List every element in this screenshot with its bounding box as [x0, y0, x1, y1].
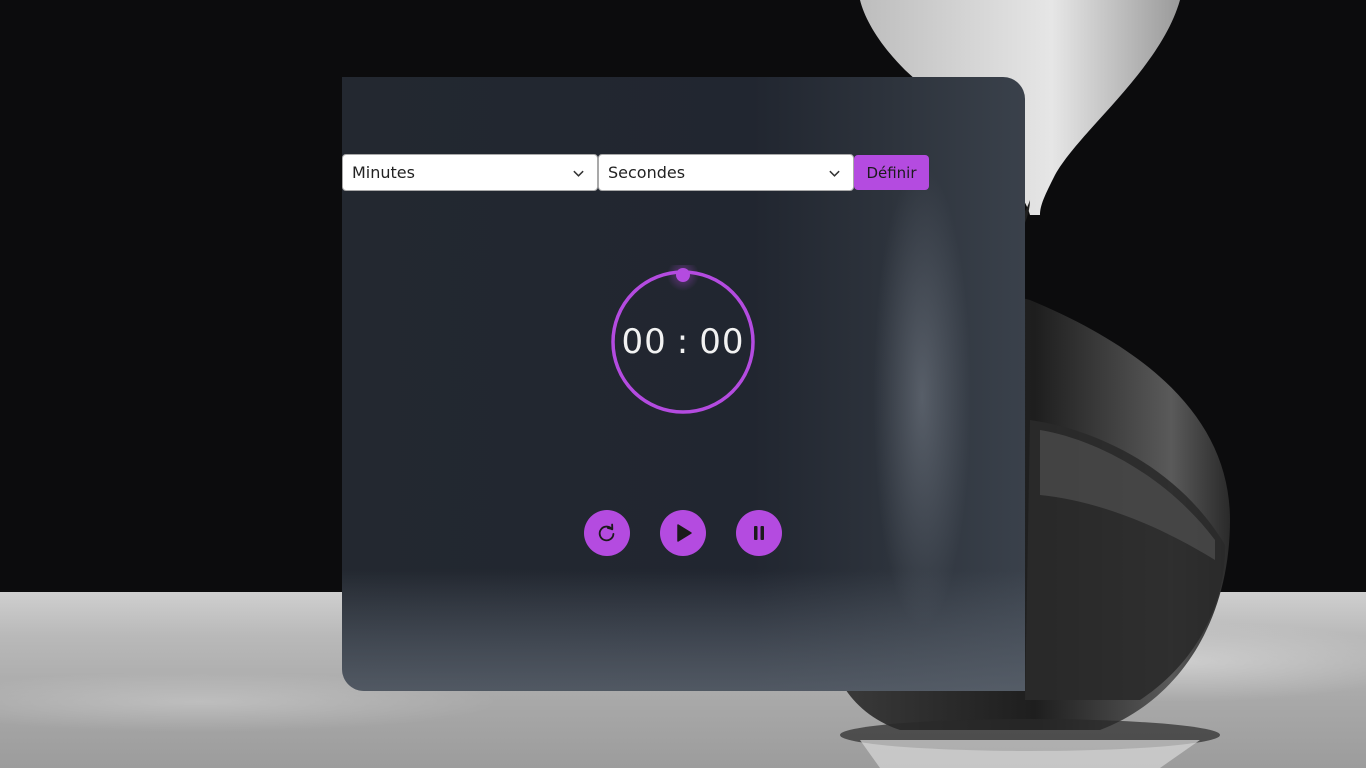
- timer-actions: [584, 510, 782, 556]
- minutes-select[interactable]: Minutes: [342, 154, 598, 191]
- card-bottom-haze: [342, 571, 1025, 691]
- time-minutes: 00: [621, 322, 667, 362]
- minutes-select-value: Minutes: [352, 163, 415, 182]
- pause-button[interactable]: [736, 510, 782, 556]
- seconds-select[interactable]: Secondes: [598, 154, 854, 191]
- time-separator: :: [676, 322, 690, 362]
- timer-ring: 00 : 00: [606, 265, 760, 419]
- time-display: 00 : 00: [606, 265, 760, 419]
- timer-card: Minutes Secondes Définir 00: 00: [342, 77, 1025, 691]
- reset-icon: [598, 523, 615, 542]
- chevron-down-icon: [829, 170, 840, 177]
- time-selection-row: Minutes Secondes Définir: [342, 154, 929, 191]
- seconds-select-value: Secondes: [608, 163, 686, 182]
- time-seconds: 00: [699, 322, 745, 362]
- pause-icon: [754, 526, 764, 540]
- chevron-down-icon: [573, 170, 584, 177]
- set-button[interactable]: Définir: [854, 155, 929, 190]
- reset-button[interactable]: [584, 510, 630, 556]
- play-icon: [677, 524, 692, 542]
- play-button[interactable]: [660, 510, 706, 556]
